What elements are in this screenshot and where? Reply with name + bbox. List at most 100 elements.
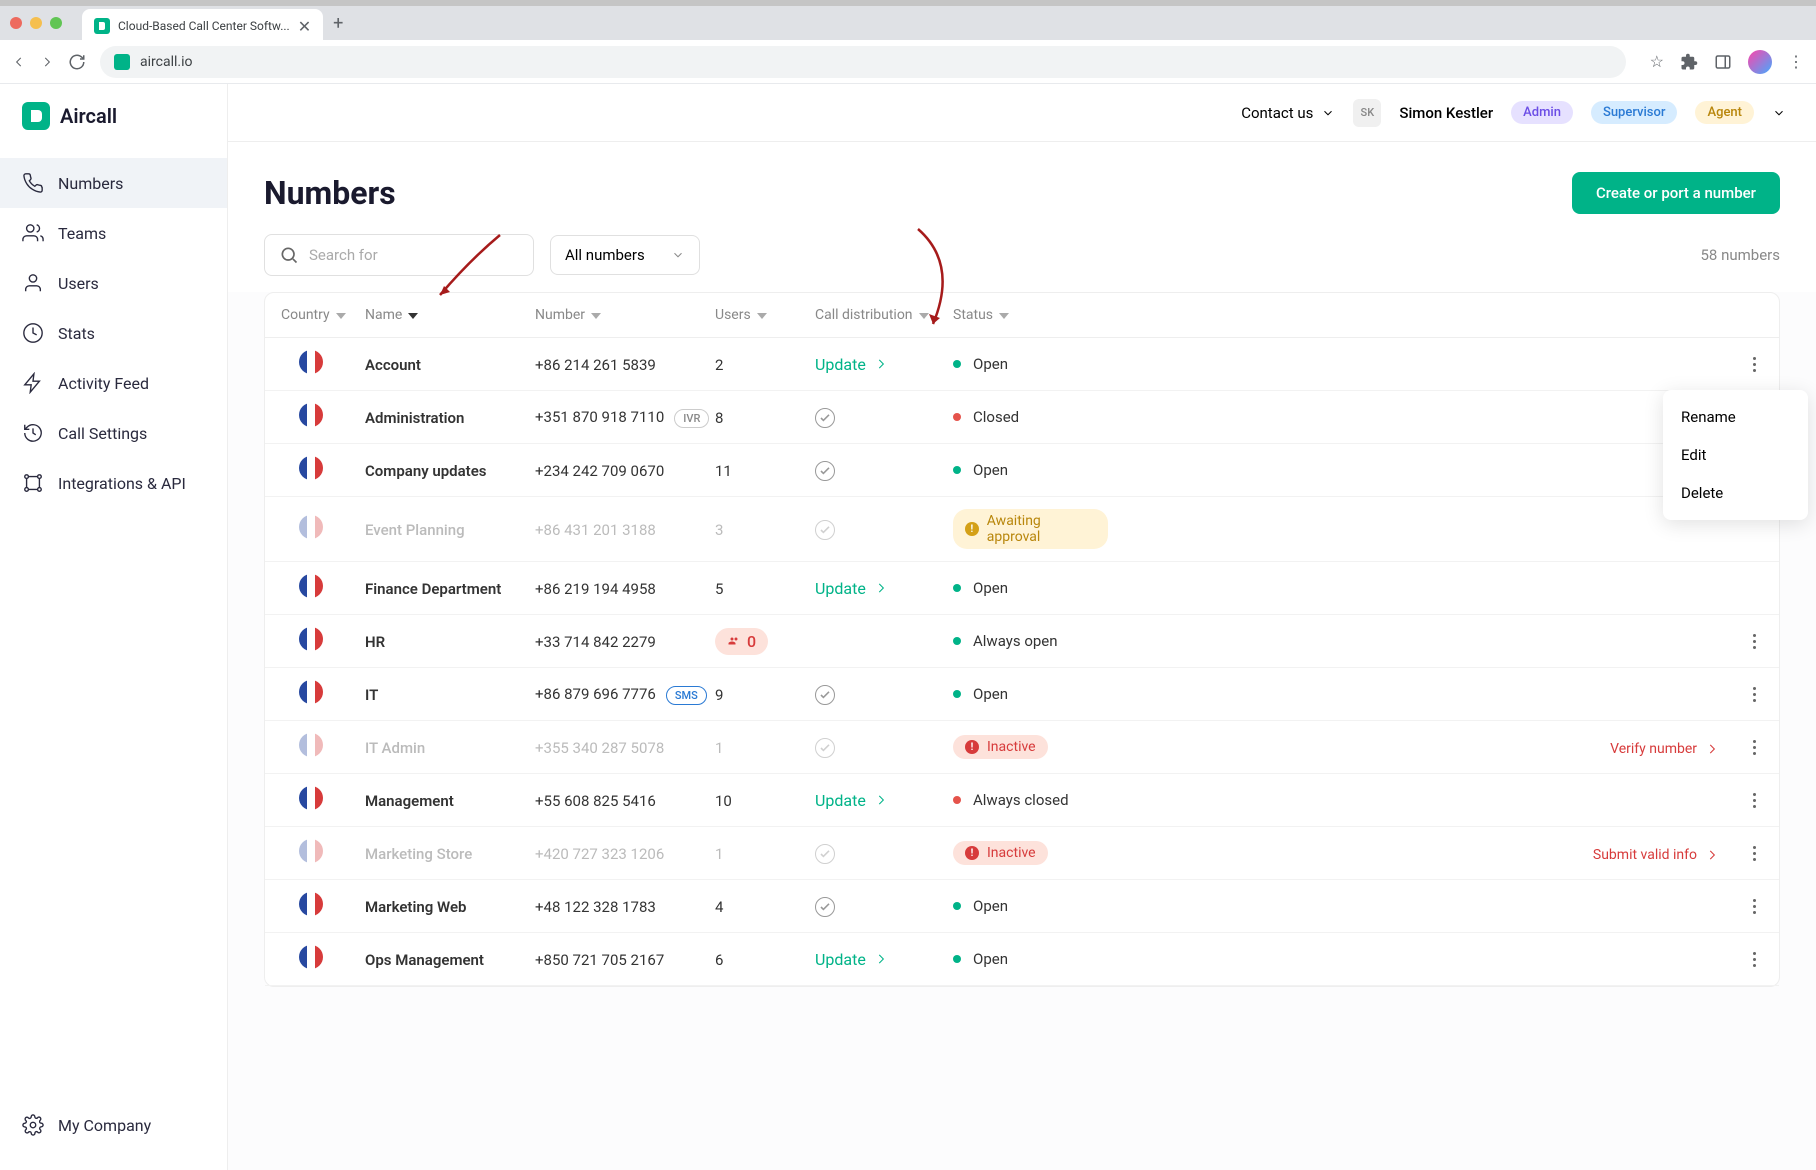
panel-icon[interactable] <box>1714 53 1732 71</box>
search-box[interactable] <box>264 234 534 276</box>
row-name: Account <box>365 356 421 374</box>
sidebar-item-numbers[interactable]: Numbers <box>0 158 227 208</box>
profile-avatar[interactable] <box>1748 50 1772 74</box>
close-window[interactable] <box>10 17 22 29</box>
dist-check-icon <box>815 685 835 705</box>
row-users: 8 <box>715 409 723 427</box>
reload-button[interactable] <box>68 53 86 71</box>
history-icon <box>22 422 44 444</box>
forward-button[interactable] <box>40 55 54 69</box>
row-users: 5 <box>715 580 723 598</box>
table-row[interactable]: Marketing Store+420 727 323 12061!Inacti… <box>265 827 1779 880</box>
row-number: +33 714 842 2279 <box>535 633 656 651</box>
brand[interactable]: Aircall <box>0 84 227 148</box>
table-row[interactable]: Event Planning+86 431 201 31883!Awaiting… <box>265 497 1779 562</box>
sidebar-item-users[interactable]: Users <box>0 258 227 308</box>
new-tab-button[interactable]: + <box>333 13 343 34</box>
flag-icon <box>299 680 323 704</box>
sidebar-item-teams[interactable]: Teams <box>0 208 227 258</box>
extensions-icon[interactable] <box>1680 53 1698 71</box>
dist-check-icon <box>815 520 835 540</box>
flag-icon <box>299 350 323 374</box>
verify-link[interactable]: Verify number <box>1610 741 1719 757</box>
gear-icon <box>22 1114 44 1136</box>
tab-close-icon[interactable]: ✕ <box>298 17 311 36</box>
update-link[interactable]: Update <box>815 950 888 969</box>
row-number: +86 879 696 7776 <box>535 685 656 703</box>
th-name[interactable]: Name <box>365 307 535 323</box>
table-row[interactable]: Account+86 214 261 58392UpdateOpen <box>265 338 1779 391</box>
sidebar-item-label: Teams <box>58 224 106 243</box>
row-menu-button[interactable] <box>1729 899 1779 914</box>
tab-title: Cloud-Based Call Center Softw... <box>118 19 290 33</box>
minimize-window[interactable] <box>30 17 42 29</box>
sidebar-nav: Numbers Teams Users Stats Activity Feed … <box>0 148 227 1100</box>
update-link[interactable]: Update <box>815 791 888 810</box>
browser-tabstrip: Cloud-Based Call Center Softw... ✕ + <box>0 0 1816 40</box>
row-menu-button[interactable] <box>1729 634 1779 649</box>
row-name: IT Admin <box>365 739 425 757</box>
table-row[interactable]: IT+86 879 696 7776SMS9Open <box>265 668 1779 721</box>
brand-name: Aircall <box>60 104 117 128</box>
context-delete[interactable]: Delete <box>1663 474 1808 512</box>
update-link[interactable]: Update <box>815 579 888 598</box>
sidebar-item-label: Activity Feed <box>58 374 149 393</box>
row-users: 9 <box>715 686 723 704</box>
browser-tab[interactable]: Cloud-Based Call Center Softw... ✕ <box>82 9 323 43</box>
row-menu-button[interactable] <box>1729 846 1779 861</box>
table-row[interactable]: Management+55 608 825 541610UpdateAlways… <box>265 774 1779 827</box>
th-number[interactable]: Number <box>535 307 715 323</box>
row-menu-button[interactable] <box>1729 740 1779 755</box>
dist-check-icon <box>815 844 835 864</box>
sidebar-item-mycompany[interactable]: My Company <box>0 1100 227 1150</box>
table-row[interactable]: Company updates+234 242 709 067011Open <box>265 444 1779 497</box>
dist-check-icon <box>815 408 835 428</box>
table-row[interactable]: Marketing Web+48 122 328 17834Open <box>265 880 1779 933</box>
table-row[interactable]: Finance Department+86 219 194 49585Updat… <box>265 562 1779 615</box>
sidebar-item-label: Call Settings <box>58 424 147 443</box>
context-edit[interactable]: Edit <box>1663 436 1808 474</box>
sidebar-item-label: Integrations & API <box>58 474 186 493</box>
th-country[interactable]: Country <box>265 307 365 323</box>
row-menu-button[interactable] <box>1729 952 1779 967</box>
role-badge-supervisor: Supervisor <box>1591 101 1678 124</box>
sidebar-item-callsettings[interactable]: Call Settings <box>0 408 227 458</box>
update-link[interactable]: Update <box>815 355 888 374</box>
row-number: +55 608 825 5416 <box>535 792 656 810</box>
table-row[interactable]: IT Admin+355 340 287 50781!InactiveVerif… <box>265 721 1779 774</box>
browser-menu-icon[interactable]: ⋮ <box>1788 52 1804 71</box>
sidebar-item-activity[interactable]: Activity Feed <box>0 358 227 408</box>
bookmark-icon[interactable]: ☆ <box>1650 52 1664 71</box>
row-users: 11 <box>715 462 732 480</box>
flag-icon <box>299 892 323 916</box>
sidebar-item-stats[interactable]: Stats <box>0 308 227 358</box>
table-row[interactable]: HR+33 714 842 22790Always open <box>265 615 1779 668</box>
th-users[interactable]: Users <box>715 307 815 323</box>
context-rename[interactable]: Rename <box>1663 398 1808 436</box>
filter-dropdown[interactable]: All numbers <box>550 235 700 275</box>
row-menu-button[interactable] <box>1729 687 1779 702</box>
submit-info-link[interactable]: Submit valid info <box>1593 847 1719 863</box>
chevron-down-icon <box>1321 106 1335 120</box>
th-status[interactable]: Status <box>953 307 1108 323</box>
ivr-badge: IVR <box>674 409 709 428</box>
back-button[interactable] <box>12 55 26 69</box>
flag-icon <box>299 786 323 810</box>
sidebar: Aircall Numbers Teams Users Stats Activi… <box>0 84 228 1170</box>
row-menu-button[interactable] <box>1729 793 1779 808</box>
contact-us-dropdown[interactable]: Contact us <box>1241 104 1335 122</box>
sidebar-item-integrations[interactable]: Integrations & API <box>0 458 227 508</box>
search-input[interactable] <box>309 246 519 264</box>
window-controls <box>10 17 62 29</box>
th-dist[interactable]: Call distribution <box>815 307 953 323</box>
create-number-button[interactable]: Create or port a number <box>1572 172 1780 214</box>
address-bar[interactable]: aircall.io <box>100 46 1626 78</box>
row-status: Open <box>953 950 1108 968</box>
maximize-window[interactable] <box>50 17 62 29</box>
table-row[interactable]: Ops Management+850 721 705 21676UpdateOp… <box>265 933 1779 986</box>
user-menu-chevron-icon[interactable] <box>1772 106 1786 120</box>
row-status: Open <box>953 897 1108 915</box>
row-menu-button[interactable] <box>1729 357 1779 372</box>
table-row[interactable]: Administration+351 870 918 7110IVR8Close… <box>265 391 1779 444</box>
flag-icon <box>299 839 323 863</box>
